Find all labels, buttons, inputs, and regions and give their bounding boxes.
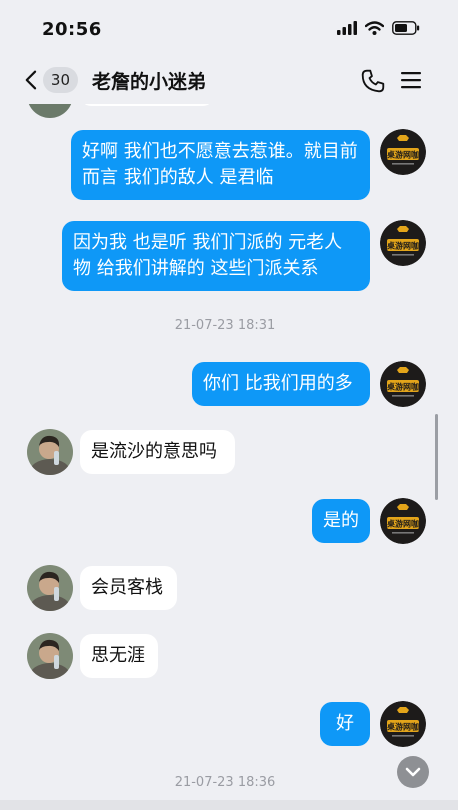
- self-avatar[interactable]: 桌游网咖: [380, 498, 426, 544]
- self-avatar[interactable]: 桌游网咖: [380, 701, 426, 747]
- person-avatar-image: [27, 565, 73, 611]
- message-bubble-out[interactable]: 是的: [312, 499, 370, 543]
- contact-avatar[interactable]: [27, 429, 73, 475]
- signal-icon: [337, 21, 357, 35]
- status-time: 20:56: [42, 19, 102, 40]
- battery-icon: [392, 21, 420, 35]
- self-avatar[interactable]: 桌游网咖: [380, 220, 426, 266]
- contact-avatar[interactable]: [27, 565, 73, 611]
- scrollbar[interactable]: [435, 414, 438, 500]
- chat-title: 老詹的小迷弟: [92, 71, 207, 93]
- wifi-icon: [365, 21, 384, 35]
- contact-avatar[interactable]: [27, 104, 73, 118]
- message-bubble-out[interactable]: 好啊 我们也不愿意去惹谁。就目前而言 我们的敌人 是君临: [71, 130, 370, 200]
- svg-text:桌游网咖: 桌游网咖: [386, 722, 419, 732]
- message-bubble-partial: [80, 104, 214, 106]
- svg-text:桌游网咖: 桌游网咖: [386, 382, 419, 392]
- message-bubble-in[interactable]: 思无涯: [80, 634, 158, 678]
- unread-count-badge: 30: [42, 67, 78, 93]
- timestamp: 21-07-23 18:36: [174, 775, 276, 790]
- logo-avatar-image: 桌游网咖: [380, 498, 426, 544]
- timestamp: 21-07-23 18:31: [174, 318, 276, 333]
- hamburger-menu-icon[interactable]: [400, 70, 422, 90]
- system-icons: [337, 21, 420, 35]
- svg-text:桌游网咖: 桌游网咖: [386, 519, 419, 529]
- message-bubble-out[interactable]: 你们 比我们用的多: [192, 362, 370, 406]
- message-list[interactable]: 好啊 我们也不愿意去惹谁。就目前而言 我们的敌人 是君临 桌游网咖 因为我 也是…: [0, 104, 458, 810]
- logo-avatar-image: 桌游网咖: [380, 361, 426, 407]
- contact-avatar[interactable]: [27, 633, 73, 679]
- person-avatar-image: [27, 429, 73, 475]
- chevron-down-icon: [405, 767, 421, 777]
- message-bubble-out[interactable]: 好: [320, 702, 370, 746]
- phone-icon[interactable]: [360, 68, 386, 94]
- chevron-left-icon: [25, 70, 37, 90]
- self-avatar[interactable]: 桌游网咖: [380, 129, 426, 175]
- logo-avatar-image: 桌游网咖: [380, 701, 426, 747]
- back-button[interactable]: 30: [24, 66, 78, 94]
- svg-text:桌游网咖: 桌游网咖: [386, 150, 419, 160]
- svg-text:桌游网咖: 桌游网咖: [386, 241, 419, 251]
- message-bubble-out[interactable]: 因为我 也是听 我们门派的 元老人物 给我们讲解的 这些门派关系: [62, 221, 370, 291]
- person-avatar-image: [27, 633, 73, 679]
- chat-header: 30 老詹的小迷弟: [0, 56, 458, 104]
- message-bubble-in[interactable]: 是流沙的意思吗: [80, 430, 235, 474]
- self-avatar[interactable]: 桌游网咖: [380, 361, 426, 407]
- scroll-to-bottom-button[interactable]: [397, 756, 429, 788]
- logo-avatar-image: 桌游网咖: [380, 220, 426, 266]
- logo-avatar-image: 桌游网咖: [380, 129, 426, 175]
- status-bar: 20:56: [0, 0, 458, 56]
- bottom-bar: [0, 800, 458, 810]
- message-bubble-in[interactable]: 会员客栈: [80, 566, 177, 610]
